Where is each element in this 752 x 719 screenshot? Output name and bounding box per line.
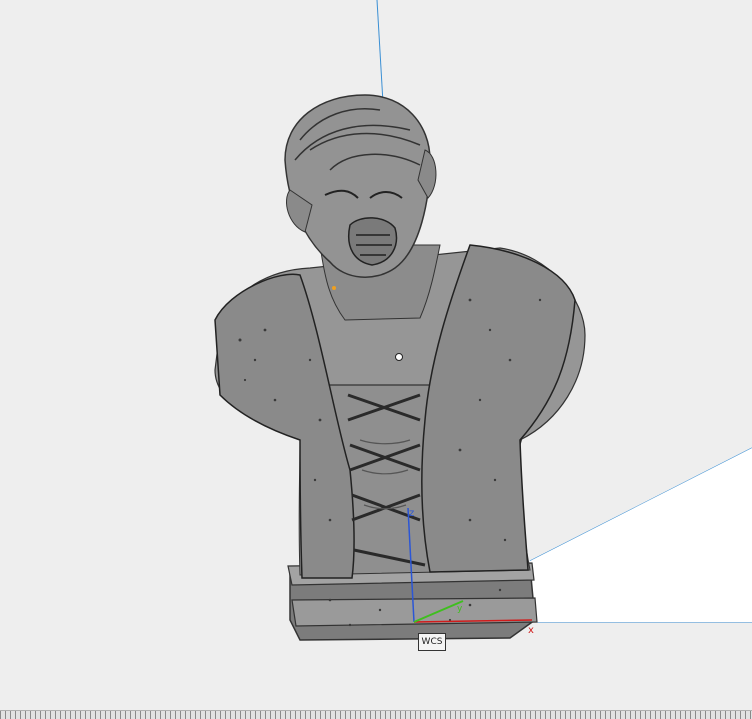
bust-model[interactable] (214, 94, 586, 641)
viewport-scene[interactable]: z x y (0, 0, 752, 710)
ground-plane (530, 448, 752, 622)
y-axis-label: y (457, 604, 463, 614)
selected-point-marker[interactable] (395, 353, 403, 361)
wcs-label: WCS (418, 633, 446, 651)
guide-line-top (376, 0, 384, 104)
orange-point-marker[interactable] (332, 286, 336, 290)
3d-viewport[interactable]: z x y WCS (0, 0, 752, 710)
z-axis-label: z (409, 508, 414, 519)
x-axis-label: x (528, 625, 534, 636)
